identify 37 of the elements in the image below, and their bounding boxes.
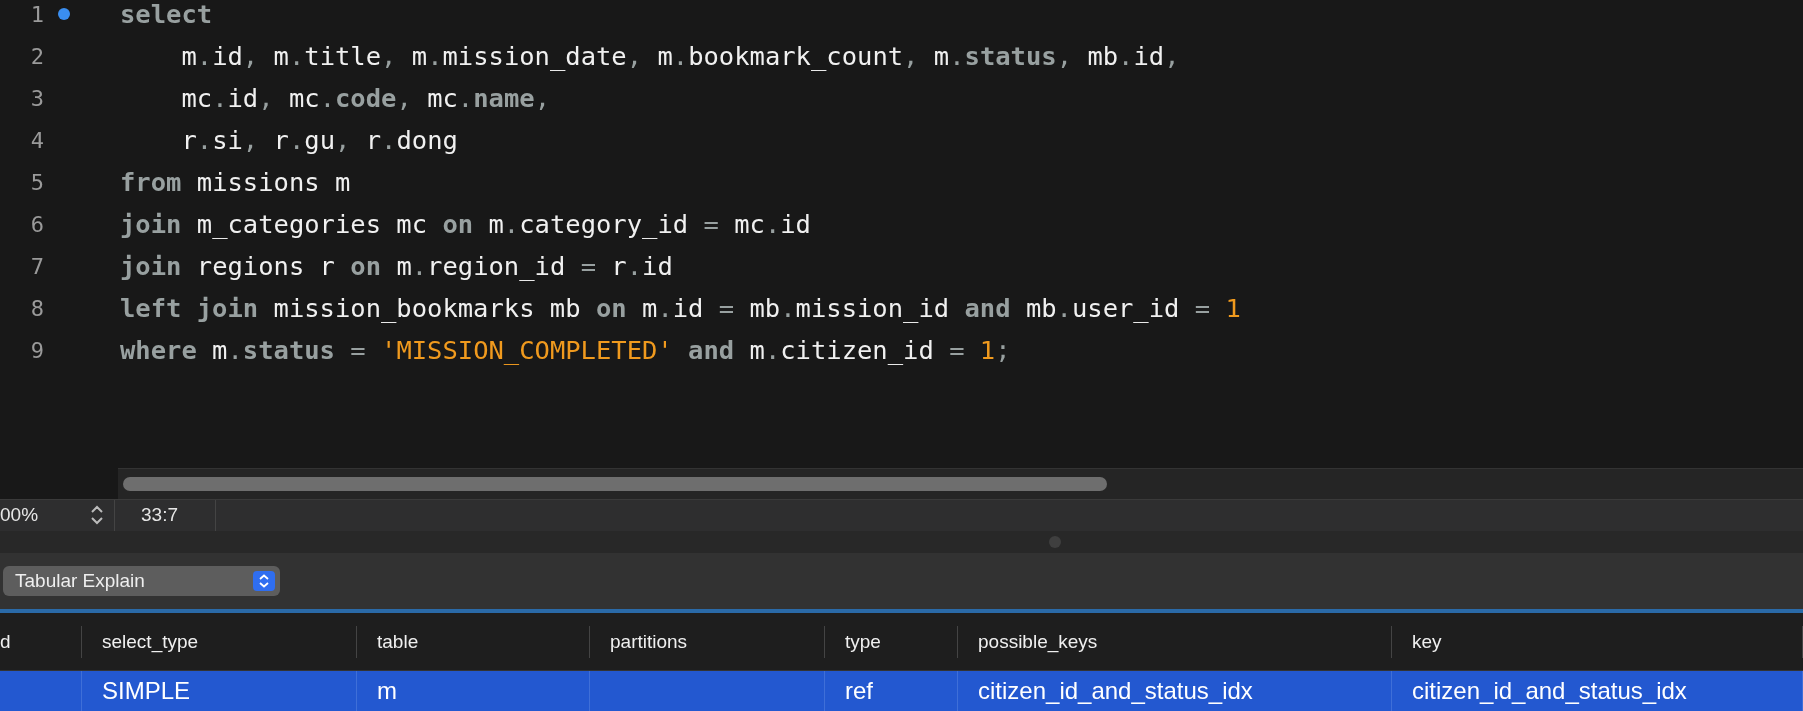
- table-cell: citizen_id_and_status_idx: [1412, 677, 1687, 705]
- table-cell: ref: [845, 677, 873, 705]
- code-line: from missions m: [120, 167, 351, 197]
- line-number: 7: [29, 253, 44, 279]
- column-header[interactable]: partitions: [610, 630, 688, 653]
- code-line: join regions r on m.region_id = r.id: [120, 251, 673, 281]
- table-row[interactable]: SIMPLE m ref citizen_id_and_status_idx citizen_id_and_status_idx: [0, 671, 1803, 711]
- code-line: where m.status = 'MISSION_COMPLETED' and m.citizen_id = 1;: [120, 335, 1011, 365]
- table-cell: citizen_id_and_status_idx: [978, 677, 1253, 705]
- column-header[interactable]: d: [0, 630, 11, 653]
- code-line: left join mission_bookmarks mb on m.id = mb.mission_id and mb.user_id = 1: [120, 293, 1241, 323]
- column-header[interactable]: type: [845, 630, 881, 653]
- line-number: 9: [29, 337, 44, 363]
- line-number: 6: [29, 211, 44, 237]
- cursor-position: 33:7: [140, 504, 179, 527]
- zoom-level[interactable]: 00%: [0, 504, 90, 527]
- line-number: 1: [29, 1, 44, 27]
- code-line: select: [120, 0, 213, 29]
- stepper-icon[interactable]: [90, 505, 104, 526]
- column-header[interactable]: table: [377, 630, 419, 653]
- table-cell: m: [377, 677, 397, 705]
- line-number: 5: [29, 169, 44, 195]
- horizontal-scrollbar[interactable]: [118, 467, 1803, 499]
- column-header[interactable]: key: [1412, 630, 1442, 653]
- column-header[interactable]: select_type: [102, 630, 199, 653]
- code-line: m.id, m.title, m.mission_date, m.bookmark_count, m.status, mb.id,: [180, 41, 1180, 71]
- line-number: 8: [29, 295, 44, 321]
- line-number: 4: [29, 127, 44, 153]
- table-cell: SIMPLE: [102, 677, 191, 705]
- explain-mode-dropdown[interactable]: Tabular Explain: [3, 565, 280, 596]
- code-line: r.si, r.gu, r.dong: [180, 125, 458, 155]
- line-number: 2: [29, 43, 44, 69]
- code-line: join m_categories mc on m.category_id = mc.id: [120, 209, 811, 239]
- chevron-updown-icon: [253, 570, 275, 591]
- column-header[interactable]: possible_keys: [978, 630, 1098, 653]
- line-number: 3: [29, 85, 44, 111]
- code-line: mc.id, mc.code, mc.name,: [180, 83, 550, 113]
